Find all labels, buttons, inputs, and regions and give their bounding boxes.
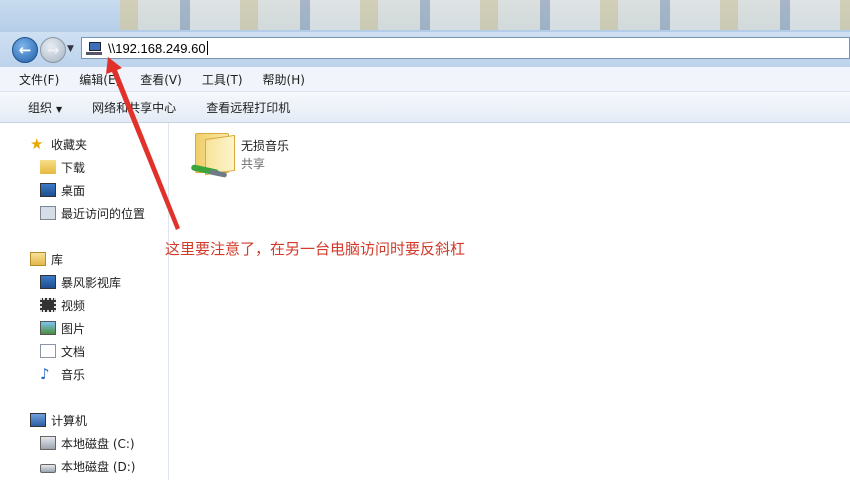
network-center-button[interactable]: 网络和共享中心 xyxy=(92,99,176,116)
star-icon: ★ xyxy=(30,135,44,153)
menu-help[interactable]: 帮助(H) xyxy=(251,71,313,88)
nav-recent[interactable]: 最近访问的位置 xyxy=(40,204,145,222)
nav-disk-d[interactable]: 本地磁盘 (D:) xyxy=(40,457,135,475)
document-icon xyxy=(40,344,56,358)
nav-pictures[interactable]: 图片 xyxy=(40,319,85,337)
nav-desktop[interactable]: 桌面 xyxy=(40,181,85,199)
nav-computer[interactable]: 计算机 xyxy=(30,411,87,429)
back-button[interactable]: ← xyxy=(12,37,38,63)
content-pane: 无损音乐 共享 xyxy=(169,123,850,480)
address-bar[interactable]: \\192.168.249.60 xyxy=(81,37,850,59)
computer-icon xyxy=(86,41,102,55)
remote-printers-button[interactable]: 查看远程打印机 xyxy=(206,99,290,116)
picture-icon xyxy=(40,321,56,335)
organize-label: 组织 xyxy=(28,100,53,115)
background-window-strip xyxy=(120,0,850,30)
drive-icon xyxy=(40,463,56,473)
forward-button[interactable]: → xyxy=(40,37,66,63)
library-icon xyxy=(30,252,46,266)
drive-icon xyxy=(40,436,56,450)
text-caret xyxy=(206,41,208,55)
address-row: ← → ▼ \\192.168.249.60 xyxy=(0,32,850,67)
back-arrow-icon: ← xyxy=(18,41,32,59)
menu-tools[interactable]: 工具(T) xyxy=(190,71,251,88)
nav-music[interactable]: ♪ 音乐 xyxy=(40,365,85,383)
annotation-text: 这里要注意了，在另一台电脑访问时要反斜杠 xyxy=(165,240,466,258)
navigation-pane: ★ 收藏夹 下载 桌面 最近访问的位置 库 暴风影视库 视频 图片 文档 ♪ 音乐 … xyxy=(0,123,169,480)
folder-icon xyxy=(40,160,56,174)
command-toolbar: 组织 ▼ 网络和共享中心 查看远程打印机 xyxy=(0,92,850,123)
window-titlebar xyxy=(0,0,850,32)
nav-disk-c[interactable]: 本地磁盘 (C:) xyxy=(40,434,135,452)
video-library-icon xyxy=(40,275,56,289)
menu-bar: 文件(F) 编辑(E) 查看(V) 工具(T) 帮助(H) xyxy=(0,67,850,92)
chevron-down-icon: ▼ xyxy=(56,104,63,114)
folder-subtitle: 共享 xyxy=(241,157,266,171)
shared-folder-icon[interactable] xyxy=(189,131,235,179)
desktop-icon xyxy=(40,183,56,197)
music-note-icon: ♪ xyxy=(40,365,50,383)
menu-file[interactable]: 文件(F) xyxy=(0,71,67,88)
nav-videos[interactable]: 视频 xyxy=(40,296,85,314)
folder-name[interactable]: 无损音乐 xyxy=(241,137,289,154)
menu-edit[interactable]: 编辑(E) xyxy=(67,71,128,88)
computer-icon xyxy=(30,413,46,427)
recent-places-icon xyxy=(40,206,56,220)
address-input[interactable]: \\192.168.249.60 xyxy=(108,41,206,56)
nav-downloads[interactable]: 下载 xyxy=(40,158,85,176)
forward-arrow-icon: → xyxy=(46,41,60,59)
nav-libraries[interactable]: 库 xyxy=(30,250,63,268)
video-icon xyxy=(40,298,56,312)
organize-button[interactable]: 组织 ▼ xyxy=(28,99,62,116)
nav-baofeng[interactable]: 暴风影视库 xyxy=(40,273,121,291)
nav-documents[interactable]: 文档 xyxy=(40,342,85,360)
recent-pages-dropdown[interactable]: ▼ xyxy=(67,44,74,54)
menu-view[interactable]: 查看(V) xyxy=(128,71,190,88)
nav-favorites[interactable]: ★ 收藏夹 xyxy=(30,135,87,153)
